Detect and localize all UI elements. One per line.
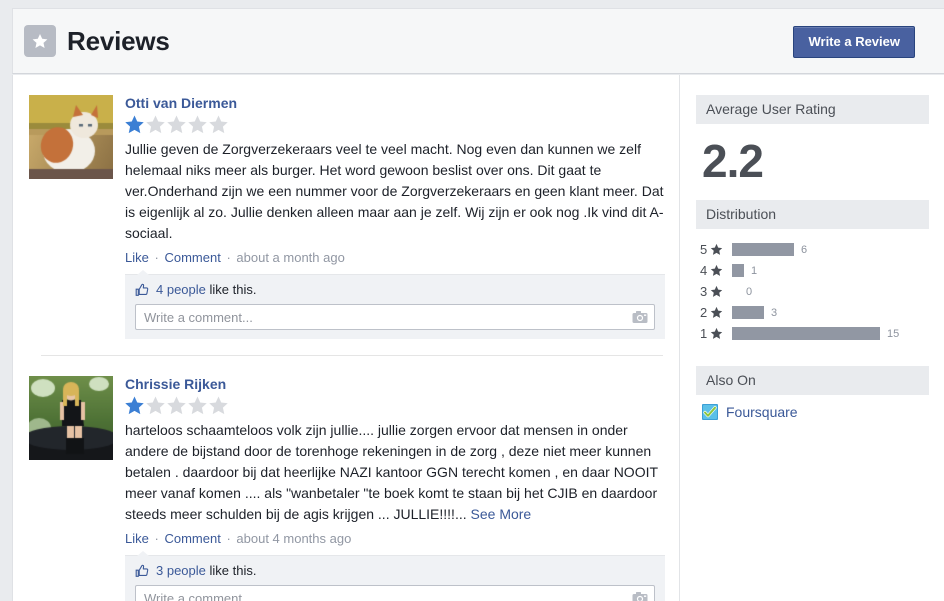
distribution-bar xyxy=(732,327,880,340)
reviews-list: Otti van Diermen Jullie geven de Zorgver… xyxy=(13,75,679,601)
also-on-label[interactable]: Foursquare xyxy=(726,404,798,420)
rating-stars xyxy=(124,395,665,416)
distribution-count: 0 xyxy=(746,285,753,298)
review-text: harteloos schaamteloos volk zijn jullie.… xyxy=(125,420,665,525)
action-separator: · xyxy=(226,531,231,546)
review-text-body: harteloos schaamteloos volk zijn jullie.… xyxy=(125,422,658,522)
action-separator: · xyxy=(154,250,159,265)
comment-composer-area xyxy=(125,585,665,601)
camera-icon[interactable] xyxy=(632,592,648,601)
review-actions: Like · Comment · about a month ago xyxy=(125,249,665,266)
comment-composer[interactable] xyxy=(135,585,655,601)
distribution-bar xyxy=(732,264,744,277)
likes-bar: 4 people like this. xyxy=(125,270,665,304)
camera-icon[interactable] xyxy=(632,311,648,324)
star-icon xyxy=(711,285,723,297)
distribution-star-label: 3 xyxy=(700,284,732,299)
review-body: Otti van Diermen Jullie geven de Zorgver… xyxy=(125,95,665,339)
star-badge-icon xyxy=(24,25,56,57)
star-icon xyxy=(711,306,723,318)
review-item: Chrissie Rijken harteloos schaamteloos v… xyxy=(13,356,679,601)
star-icon xyxy=(711,243,723,255)
distribution-star-label: 1 xyxy=(700,326,732,341)
comment-input[interactable] xyxy=(136,586,654,601)
distribution-count: 3 xyxy=(771,306,778,319)
avatar[interactable] xyxy=(29,376,113,460)
distribution-star-label: 2 xyxy=(700,305,732,320)
distribution-star-label: 5 xyxy=(700,242,732,257)
likes-count-link[interactable]: 4 people xyxy=(156,282,206,297)
thumbs-up-icon xyxy=(135,283,149,297)
distribution-row: 30 xyxy=(700,281,944,302)
thumbs-up-icon xyxy=(135,564,149,578)
comment-input[interactable] xyxy=(136,305,654,329)
distribution-row: 1 15 xyxy=(700,323,944,344)
review-text-body: Jullie geven de Zorgverzekeraars veel te… xyxy=(125,141,664,241)
distribution-row: 23 xyxy=(700,302,944,323)
review-body: Chrissie Rijken harteloos schaamteloos v… xyxy=(125,376,665,601)
average-rating-header: Average User Rating xyxy=(696,95,929,124)
also-on-block: Also On Foursquare xyxy=(696,366,944,420)
likes-count-link[interactable]: 3 people xyxy=(156,563,206,578)
like-link[interactable]: Like xyxy=(125,531,149,546)
action-separator: · xyxy=(154,531,159,546)
likes-bar: 3 people like this. xyxy=(125,551,665,585)
distribution-row: 56 xyxy=(700,239,944,260)
sidebar: Average User Rating 2.2 Distribution 564… xyxy=(679,75,944,601)
comment-composer-area xyxy=(125,304,665,339)
rating-stars xyxy=(124,114,665,135)
page-title: Reviews xyxy=(67,25,170,56)
write-review-button[interactable]: Write a Review xyxy=(793,26,915,58)
review-timestamp: about a month ago xyxy=(236,250,345,265)
like-link[interactable]: Like xyxy=(125,250,149,265)
distribution-star-label: 4 xyxy=(700,263,732,278)
distribution-header: Distribution xyxy=(696,200,929,229)
star-icon xyxy=(711,264,723,276)
review-author-link[interactable]: Otti van Diermen xyxy=(125,95,237,111)
review-actions: Like · Comment · about 4 months ago xyxy=(125,530,665,547)
distribution-count: 15 xyxy=(887,327,900,340)
see-more-link[interactable]: See More xyxy=(471,506,532,522)
average-rating-value: 2.2 xyxy=(702,135,764,187)
comment-link[interactable]: Comment xyxy=(164,250,220,265)
comment-link[interactable]: Comment xyxy=(164,531,220,546)
review-author-link[interactable]: Chrissie Rijken xyxy=(125,376,226,392)
distribution-count: 6 xyxy=(801,243,808,256)
also-on-header: Also On xyxy=(696,366,929,395)
star-icon xyxy=(711,327,723,339)
action-separator: · xyxy=(226,250,231,265)
review-text: Jullie geven de Zorgverzekeraars veel te… xyxy=(125,139,665,244)
foursquare-check-icon xyxy=(702,404,718,420)
likes-suffix: like this. xyxy=(209,563,257,578)
likes-suffix: like this. xyxy=(209,282,257,297)
rating-distribution: 5 6 4 1 3 0 2 3 1 15 xyxy=(696,229,944,344)
also-on-item-foursquare[interactable]: Foursquare xyxy=(696,395,944,420)
review-timestamp: about 4 months ago xyxy=(236,531,352,546)
distribution-bar xyxy=(732,243,794,256)
distribution-bar xyxy=(732,306,764,319)
content-area: Otti van Diermen Jullie geven de Zorgver… xyxy=(12,75,944,601)
comment-composer[interactable] xyxy=(135,304,655,330)
reviews-page: Reviews Write a Review Otti van Diermen … xyxy=(0,0,944,601)
distribution-row: 41 xyxy=(700,260,944,281)
distribution-count: 1 xyxy=(751,264,758,277)
review-item: Otti van Diermen Jullie geven de Zorgver… xyxy=(13,75,679,339)
avatar[interactable] xyxy=(29,95,113,179)
page-header: Reviews Write a Review xyxy=(12,8,944,74)
